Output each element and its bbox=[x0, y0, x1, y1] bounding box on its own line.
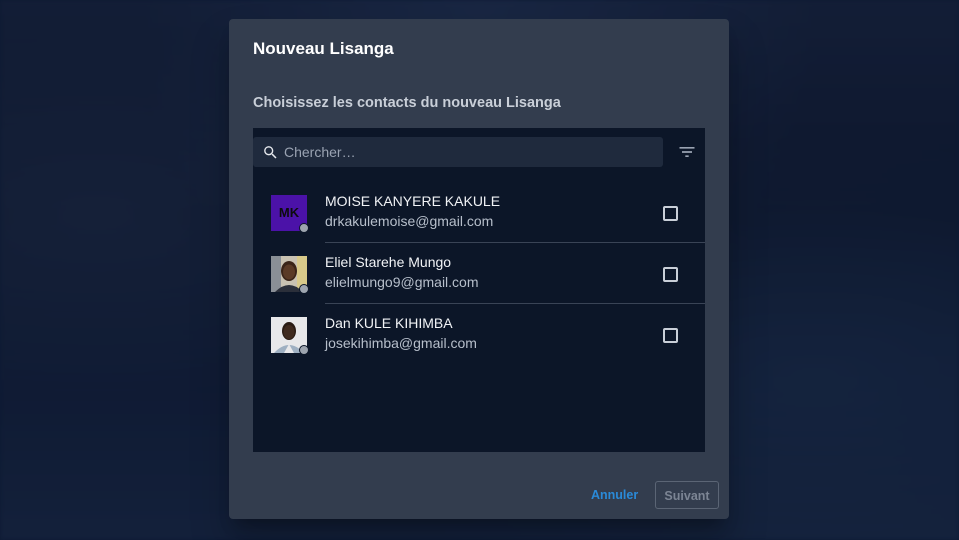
avatar: MK bbox=[271, 195, 309, 233]
search-box[interactable] bbox=[253, 137, 663, 167]
contact-email: elielmungo9@gmail.com bbox=[325, 274, 479, 290]
contact-row[interactable]: Dan KULE KIHIMBA josekihimba@gmail.com bbox=[253, 305, 705, 365]
filter-icon[interactable] bbox=[677, 142, 697, 162]
contact-name: MOISE KANYERE KAKULE bbox=[325, 193, 501, 209]
search-icon bbox=[262, 144, 279, 161]
dialog-title: Nouveau Lisanga bbox=[253, 39, 394, 58]
row-divider bbox=[325, 303, 705, 304]
contact-name: Dan KULE KIHIMBA bbox=[325, 315, 453, 331]
next-button[interactable]: Suivant bbox=[655, 481, 719, 509]
select-contact-checkbox[interactable] bbox=[663, 267, 678, 282]
contact-picker-panel: MK MOISE KANYERE KAKULE drkakulemoise@gm… bbox=[253, 128, 705, 452]
avatar bbox=[271, 256, 309, 294]
presence-status-dot bbox=[299, 345, 309, 355]
presence-status-dot bbox=[299, 284, 309, 294]
select-contact-checkbox[interactable] bbox=[663, 328, 678, 343]
presence-status-dot bbox=[299, 223, 309, 233]
select-contact-checkbox[interactable] bbox=[663, 206, 678, 221]
avatar bbox=[271, 317, 309, 355]
contact-row[interactable]: MK MOISE KANYERE KAKULE drkakulemoise@gm… bbox=[253, 183, 705, 243]
contact-name: Eliel Starehe Mungo bbox=[325, 254, 452, 270]
cancel-button[interactable]: Annuler bbox=[585, 481, 644, 509]
contact-row[interactable]: Eliel Starehe Mungo elielmungo9@gmail.co… bbox=[253, 244, 705, 304]
search-input[interactable] bbox=[284, 137, 654, 167]
row-divider bbox=[325, 242, 705, 243]
new-lisanga-dialog: Nouveau Lisanga Choisissez les contacts … bbox=[229, 19, 729, 519]
contact-email: drkakulemoise@gmail.com bbox=[325, 213, 494, 229]
contact-email: josekihimba@gmail.com bbox=[325, 335, 477, 351]
dialog-subtitle: Choisissez les contacts du nouveau Lisan… bbox=[253, 95, 561, 111]
